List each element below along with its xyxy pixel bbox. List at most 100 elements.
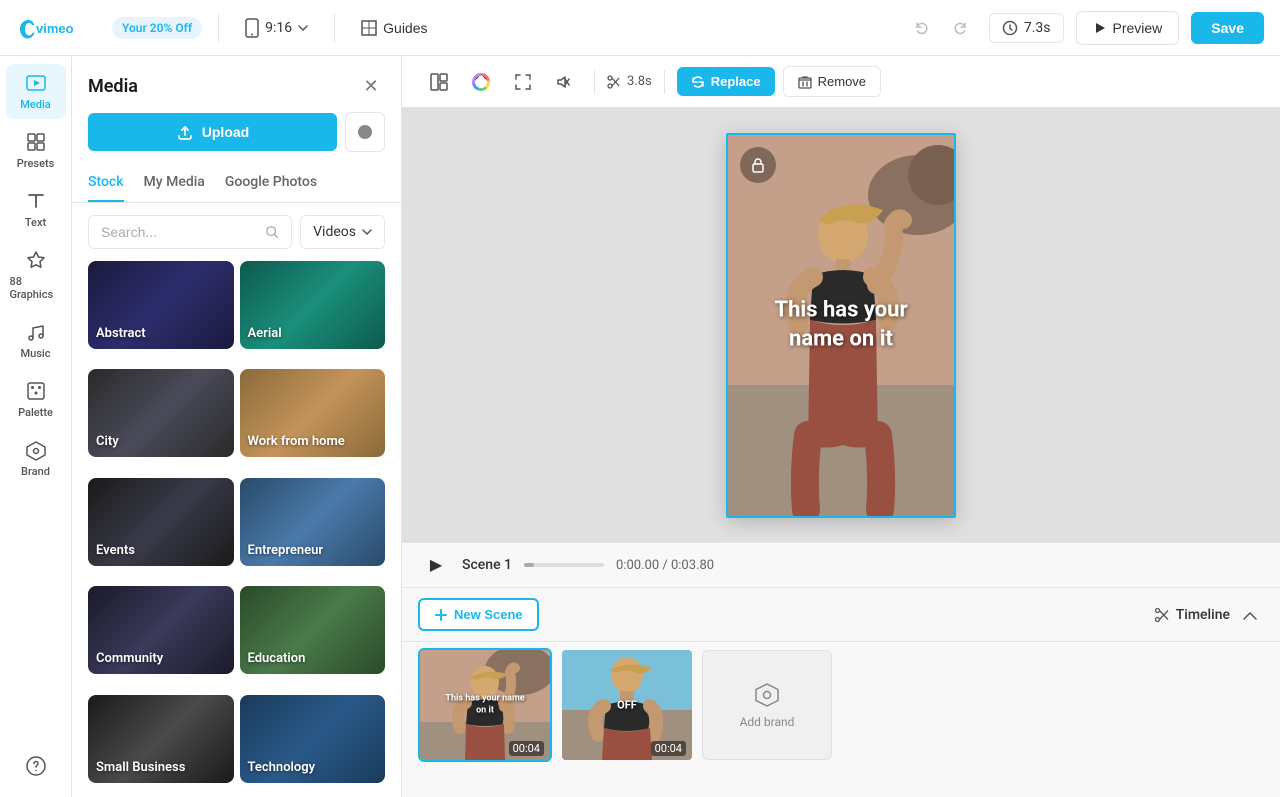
timeline-scene-1[interactable]: This has your name on it 00:04: [418, 648, 552, 762]
guides-icon: [361, 20, 377, 36]
mute-button[interactable]: [548, 65, 582, 99]
header-right: 7.3s Preview Save: [905, 11, 1264, 45]
device-selector[interactable]: 9:16: [235, 12, 318, 44]
sidebar-palette-label: Palette: [18, 406, 53, 419]
category-abstract[interactable]: Abstract: [88, 261, 234, 349]
time-total: 0:03.80: [671, 558, 714, 573]
upload-icon: [176, 123, 194, 141]
duration-value: 7.3s: [1024, 20, 1051, 36]
tab-stock[interactable]: Stock: [88, 164, 124, 202]
thumb-scene1-duration: 00:04: [509, 741, 544, 756]
sidebar-item-music[interactable]: Music: [6, 313, 66, 368]
text-icon: [25, 190, 47, 212]
category-work[interactable]: Work from home: [240, 369, 386, 457]
sidebar-text-label: Text: [25, 216, 46, 229]
tab-my-media[interactable]: My Media: [144, 164, 205, 202]
discount-badge[interactable]: Your 20% Off: [112, 17, 202, 39]
category-tech[interactable]: Technology: [240, 695, 386, 783]
help-icon: [25, 755, 47, 777]
timeline-label: Timeline: [1176, 607, 1230, 623]
duration-display: 7.3s: [989, 13, 1064, 43]
search-input-wrap: [88, 215, 292, 249]
remove-button[interactable]: Remove: [783, 66, 881, 97]
sidebar-music-label: Music: [21, 347, 51, 360]
timeline-collapse-button[interactable]: [1236, 601, 1264, 629]
sidebar-item-graphics[interactable]: 88 Graphics: [6, 241, 66, 309]
svg-text:vimeo: vimeo: [36, 21, 74, 36]
canvas-person-svg: [728, 135, 956, 518]
timeline-scene-2[interactable]: OFF 00:04: [560, 648, 694, 762]
fullscreen-button[interactable]: [506, 65, 540, 99]
canvas-time: 3.8s: [627, 74, 652, 89]
sidebar-item-palette[interactable]: Palette: [6, 372, 66, 427]
vimeo-logo: vimeo: [16, 14, 96, 42]
category-work-label: Work from home: [248, 434, 345, 449]
sidebar-item-presets[interactable]: Presets: [6, 123, 66, 178]
search-input[interactable]: [101, 224, 257, 240]
scene-label: Scene 1: [462, 557, 512, 573]
preview-button[interactable]: Preview: [1076, 11, 1180, 45]
category-smallbiz[interactable]: Small Business: [88, 695, 234, 783]
sidebar-item-text[interactable]: Text: [6, 182, 66, 237]
filter-label: Videos: [313, 224, 356, 240]
clock-icon: [1002, 20, 1018, 36]
media-panel-title: Media: [88, 76, 138, 97]
category-city[interactable]: City: [88, 369, 234, 457]
media-panel-header: Media ✕: [72, 56, 401, 112]
filter-dropdown[interactable]: Videos: [300, 215, 385, 249]
category-city-label: City: [96, 434, 119, 449]
category-events[interactable]: Events: [88, 478, 234, 566]
sidebar-icons: Media Presets Text 88 Graphics: [0, 56, 72, 797]
close-media-panel-button[interactable]: ✕: [357, 72, 385, 100]
record-icon: [358, 125, 372, 139]
category-events-label: Events: [96, 543, 135, 558]
app-header: vimeo Your 20% Off 9:16 Guides: [0, 0, 1280, 56]
time-label: 0:00.00 / 0:03.80: [616, 558, 714, 573]
preview-label: Preview: [1113, 20, 1163, 36]
category-aerial[interactable]: Aerial: [240, 261, 386, 349]
tab-google-photos[interactable]: Google Photos: [225, 164, 317, 202]
presets-icon: [25, 131, 47, 153]
add-brand-button[interactable]: Add brand: [702, 650, 832, 760]
canvas-lock-icon[interactable]: [740, 147, 776, 183]
timeline-header: New Scene Timeline: [402, 588, 1280, 642]
add-brand-icon: [753, 681, 781, 709]
upload-button[interactable]: Upload: [88, 113, 337, 151]
sidebar-item-media[interactable]: Media: [6, 64, 66, 119]
sidebar-media-label: Media: [20, 98, 50, 111]
mute-icon: [557, 74, 573, 90]
guides-button[interactable]: Guides: [351, 14, 437, 42]
sidebar-item-help[interactable]: [6, 747, 66, 785]
timeline-label-group[interactable]: Timeline: [1154, 601, 1264, 629]
new-scene-label: New Scene: [454, 607, 523, 622]
sidebar-presets-label: Presets: [17, 157, 55, 170]
play-button[interactable]: ▶: [422, 551, 450, 579]
new-scene-button[interactable]: New Scene: [418, 598, 539, 631]
graphics-icon: [25, 249, 47, 271]
brand-icon: [25, 439, 47, 461]
remove-icon: [798, 75, 812, 89]
timeline-thumbnails: This has your name on it 00:04: [402, 642, 1280, 768]
sidebar-item-brand[interactable]: Brand: [6, 431, 66, 486]
playback-row: ▶ Scene 1 0:00.00 / 0:03.80: [402, 542, 1280, 587]
undo-button[interactable]: [905, 11, 939, 45]
color-picker-icon: [472, 73, 490, 91]
category-education[interactable]: Education: [240, 586, 386, 674]
canvas-frame: This has your name on it: [726, 133, 956, 518]
main-content: Media Presets Text 88 Graphics: [0, 56, 1280, 797]
record-button[interactable]: [345, 112, 385, 152]
guides-label: Guides: [383, 20, 427, 36]
color-picker-button[interactable]: [464, 65, 498, 99]
media-panel: Media ✕ Upload Stock My Media Google Pho…: [72, 56, 402, 797]
header-divider-2: [334, 14, 335, 42]
category-community[interactable]: Community: [88, 586, 234, 674]
replace-button[interactable]: Replace: [677, 67, 775, 96]
collapse-icon: [1243, 610, 1257, 620]
layout-button[interactable]: [422, 65, 456, 99]
progress-bar-fill: [524, 563, 534, 567]
category-entrepreneur[interactable]: Entrepreneur: [240, 478, 386, 566]
redo-button[interactable]: [943, 11, 977, 45]
canvas-area: 3.8s Replace Remove: [402, 56, 1280, 797]
undo-icon: [914, 20, 930, 36]
save-button[interactable]: Save: [1191, 12, 1264, 44]
